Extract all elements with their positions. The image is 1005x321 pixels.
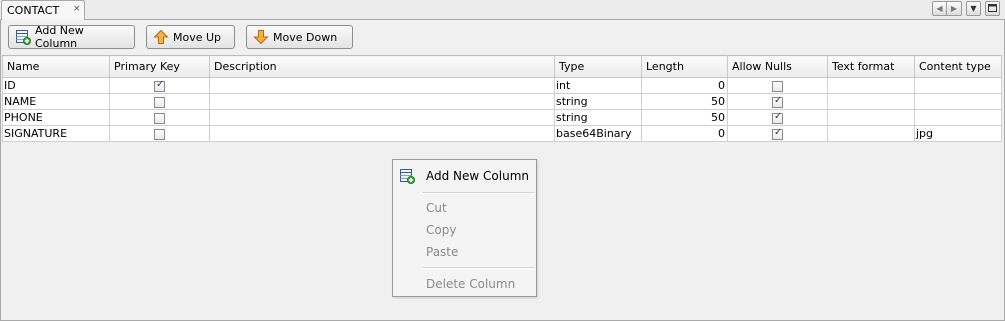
tab-scroll-buttons: ◀ ▶ (932, 1, 962, 16)
cell-length[interactable]: 50 (641, 109, 728, 126)
table-row[interactable]: ID int 0 (2, 77, 1002, 94)
cell-allow-nulls (727, 125, 828, 142)
tab-contact[interactable]: CONTACT × (1, 0, 85, 21)
column-header-description[interactable]: Description (209, 55, 555, 78)
menu-item-label: Delete Column (426, 277, 516, 291)
toolbar: Add New Column Move Up Move Down (8, 24, 353, 50)
menu-item-paste[interactable]: Paste (393, 241, 536, 263)
menu-item-add-new-column[interactable]: Add New Column (393, 165, 536, 187)
cell-primary-key (109, 77, 210, 94)
cell-text-format[interactable] (827, 77, 915, 94)
menu-item-copy[interactable]: Copy (393, 219, 536, 241)
move-up-button[interactable]: Move Up (146, 25, 235, 49)
move-up-label: Move Up (173, 30, 222, 44)
scroll-right-icon[interactable]: ▶ (947, 1, 962, 16)
cell-type[interactable]: string (554, 93, 642, 110)
cell-content-type[interactable] (914, 93, 1002, 110)
cell-description[interactable] (209, 93, 555, 110)
cell-description[interactable] (209, 77, 555, 94)
maximize-icon[interactable] (985, 1, 1000, 16)
add-new-column-label: Add New Column (35, 24, 84, 50)
cell-text-format[interactable] (827, 125, 915, 142)
cell-type[interactable]: int (554, 77, 642, 94)
cell-name[interactable]: SIGNATURE (2, 125, 110, 142)
column-header-content-type[interactable]: Content type (914, 55, 1002, 78)
column-header-name[interactable]: Name (2, 55, 110, 78)
menu-item-delete-column[interactable]: Delete Column (393, 273, 536, 295)
move-down-button[interactable]: Move Down (246, 25, 353, 49)
column-header-text-format[interactable]: Text format (827, 55, 915, 78)
menu-item-label: Copy (426, 223, 457, 237)
column-header-type[interactable]: Type (554, 55, 642, 78)
primary-key-checkbox[interactable] (154, 112, 165, 124)
columns-table: Name Primary Key Description Type Length… (2, 55, 1002, 142)
cell-allow-nulls (727, 77, 828, 94)
menu-separator-highlight (423, 193, 535, 194)
cell-type[interactable]: string (554, 109, 642, 126)
maximize-button-wrap (985, 1, 1000, 16)
menu-item-label: Paste (426, 245, 459, 259)
move-down-label: Move Down (273, 30, 338, 44)
primary-key-checkbox[interactable] (154, 96, 165, 108)
cell-primary-key (109, 93, 210, 110)
cell-allow-nulls (727, 109, 828, 126)
column-header-length[interactable]: Length (641, 55, 728, 78)
tab-strip: CONTACT × ◀ ▶ ▼ (0, 0, 1005, 21)
cell-text-format[interactable] (827, 109, 915, 126)
add-new-column-button[interactable]: Add New Column (8, 24, 135, 50)
table-row[interactable]: PHONE string 50 (2, 109, 1002, 126)
menu-item-label: Add New Column (426, 169, 529, 183)
primary-key-checkbox[interactable] (154, 79, 165, 92)
table-row[interactable]: SIGNATURE base64Binary 0 jpg (2, 125, 1002, 142)
tab-title: CONTACT (7, 4, 60, 17)
cell-name[interactable]: ID (2, 77, 110, 94)
menu-item-cut[interactable]: Cut (393, 197, 536, 219)
allow-nulls-checkbox[interactable] (772, 95, 783, 108)
column-header-primary-key[interactable]: Primary Key (109, 55, 210, 78)
cell-primary-key (109, 109, 210, 126)
table-header-row: Name Primary Key Description Type Length… (2, 55, 1002, 78)
scroll-left-icon[interactable]: ◀ (932, 1, 947, 16)
cell-text-format[interactable] (827, 93, 915, 110)
cell-content-type[interactable] (914, 109, 1002, 126)
allow-nulls-checkbox[interactable] (772, 111, 783, 124)
allow-nulls-checkbox[interactable] (772, 127, 783, 140)
cell-description[interactable] (209, 125, 555, 142)
cell-name[interactable]: NAME (2, 93, 110, 110)
context-menu: Add New Column Cut Copy Paste Delete Col… (392, 159, 537, 297)
primary-key-checkbox[interactable] (154, 128, 165, 140)
cell-length[interactable]: 0 (641, 77, 728, 94)
cell-length[interactable]: 0 (641, 125, 728, 142)
tab-close-icon[interactable]: × (73, 4, 81, 14)
table-row[interactable]: NAME string 50 (2, 93, 1002, 110)
arrow-down-icon (253, 30, 269, 45)
cell-content-type[interactable] (914, 77, 1002, 94)
add-column-icon (400, 169, 415, 184)
cell-description[interactable] (209, 109, 555, 126)
cell-length[interactable]: 50 (641, 93, 728, 110)
column-header-allow-nulls[interactable]: Allow Nulls (727, 55, 828, 78)
menu-item-label: Cut (426, 201, 447, 215)
cell-primary-key (109, 125, 210, 142)
allow-nulls-checkbox[interactable] (772, 80, 783, 92)
cell-content-type[interactable]: jpg (914, 125, 1002, 142)
cell-type[interactable]: base64Binary (554, 125, 642, 142)
add-column-icon (16, 30, 31, 45)
menu-separator-highlight (423, 268, 535, 269)
arrow-up-icon (153, 29, 169, 44)
cell-name[interactable]: PHONE (2, 109, 110, 126)
tab-list-button-wrap: ▼ (966, 1, 981, 16)
cell-allow-nulls (727, 93, 828, 110)
tab-list-dropdown-icon[interactable]: ▼ (966, 1, 981, 16)
